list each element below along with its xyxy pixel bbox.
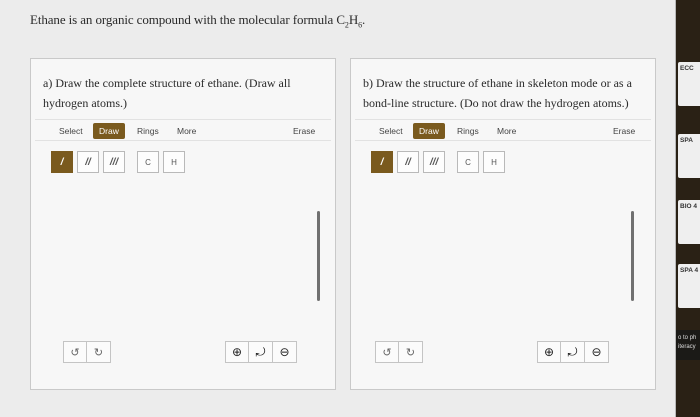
- undo-icon[interactable]: ↺: [375, 341, 399, 363]
- zoom-out-icon[interactable]: ⊖: [585, 341, 609, 363]
- zoom-in-icon[interactable]: ⊕: [225, 341, 249, 363]
- single-bond-button[interactable]: /: [51, 151, 73, 173]
- side-card-bio[interactable]: BIO 4: [678, 200, 700, 244]
- erase-tool[interactable]: Erase: [287, 123, 321, 139]
- panel-a-toolbar: Select Draw Rings More Erase: [35, 119, 331, 141]
- formula-hydrogen: H: [348, 12, 359, 27]
- hydrogen-atom-button[interactable]: H: [163, 151, 185, 173]
- side-text-line1: o to ph: [678, 335, 697, 341]
- question-page: Ethane is an organic compound with the m…: [0, 0, 676, 417]
- panel-a-zoom-tools: ⊕ ⤾ ⊖: [225, 341, 297, 363]
- drawing-panel-a: a) Draw the complete structure of ethane…: [30, 58, 336, 390]
- panel-a-scrollbar[interactable]: [317, 211, 320, 301]
- panel-a-prompt: a) Draw the complete structure of ethane…: [43, 76, 291, 110]
- panel-a-subtools: / // /// C H: [51, 151, 185, 173]
- side-card-dark[interactable]: o to ph iteracy: [676, 330, 700, 360]
- question-text: Ethane is an organic compound with the m…: [30, 12, 345, 27]
- question-period: .: [362, 12, 366, 27]
- panel-a-history-tools: ↺ ↻: [63, 341, 111, 363]
- zoom-in-icon[interactable]: ⊕: [537, 341, 561, 363]
- double-bond-button[interactable]: //: [77, 151, 99, 173]
- triple-bond-button[interactable]: ///: [423, 151, 445, 173]
- carbon-atom-button[interactable]: C: [457, 151, 479, 173]
- redo-icon[interactable]: ↻: [399, 341, 423, 363]
- reset-zoom-icon[interactable]: ⤾: [561, 341, 585, 363]
- draw-tool[interactable]: Draw: [413, 123, 445, 139]
- question-title: Ethane is an organic compound with the m…: [30, 12, 365, 30]
- drawing-panel-b: b) Draw the structure of ethane in skele…: [350, 58, 656, 390]
- reset-zoom-icon[interactable]: ⤾: [249, 341, 273, 363]
- panel-b-history-tools: ↺ ↻: [375, 341, 423, 363]
- triple-bond-button[interactable]: ///: [103, 151, 125, 173]
- side-strip: ECC SPA BIO 4 SPA 4 o to ph iteracy: [676, 0, 700, 417]
- single-bond-button[interactable]: /: [371, 151, 393, 173]
- double-bond-button[interactable]: //: [397, 151, 419, 173]
- select-tool[interactable]: Select: [53, 123, 89, 139]
- zoom-out-icon[interactable]: ⊖: [273, 341, 297, 363]
- panel-b-zoom-tools: ⊕ ⤾ ⊖: [537, 341, 609, 363]
- rings-tool[interactable]: Rings: [451, 123, 485, 139]
- erase-tool[interactable]: Erase: [607, 123, 641, 139]
- hydrogen-atom-button[interactable]: H: [483, 151, 505, 173]
- side-card-ecc[interactable]: ECC: [678, 62, 700, 106]
- panel-b-prompt: b) Draw the structure of ethane in skele…: [363, 76, 632, 110]
- rings-tool[interactable]: Rings: [131, 123, 165, 139]
- carbon-atom-button[interactable]: C: [137, 151, 159, 173]
- undo-icon[interactable]: ↺: [63, 341, 87, 363]
- side-text-line2: iteracy: [678, 344, 696, 350]
- panel-b-scrollbar[interactable]: [631, 211, 634, 301]
- redo-icon[interactable]: ↻: [87, 341, 111, 363]
- panel-b-subtools: / // /// C H: [371, 151, 505, 173]
- more-tool[interactable]: More: [171, 123, 202, 139]
- panel-b-toolbar: Select Draw Rings More Erase: [355, 119, 651, 141]
- side-card-spa4[interactable]: SPA 4: [678, 264, 700, 308]
- side-card-spa[interactable]: SPA: [678, 134, 700, 178]
- draw-tool[interactable]: Draw: [93, 123, 125, 139]
- select-tool[interactable]: Select: [373, 123, 409, 139]
- more-tool[interactable]: More: [491, 123, 522, 139]
